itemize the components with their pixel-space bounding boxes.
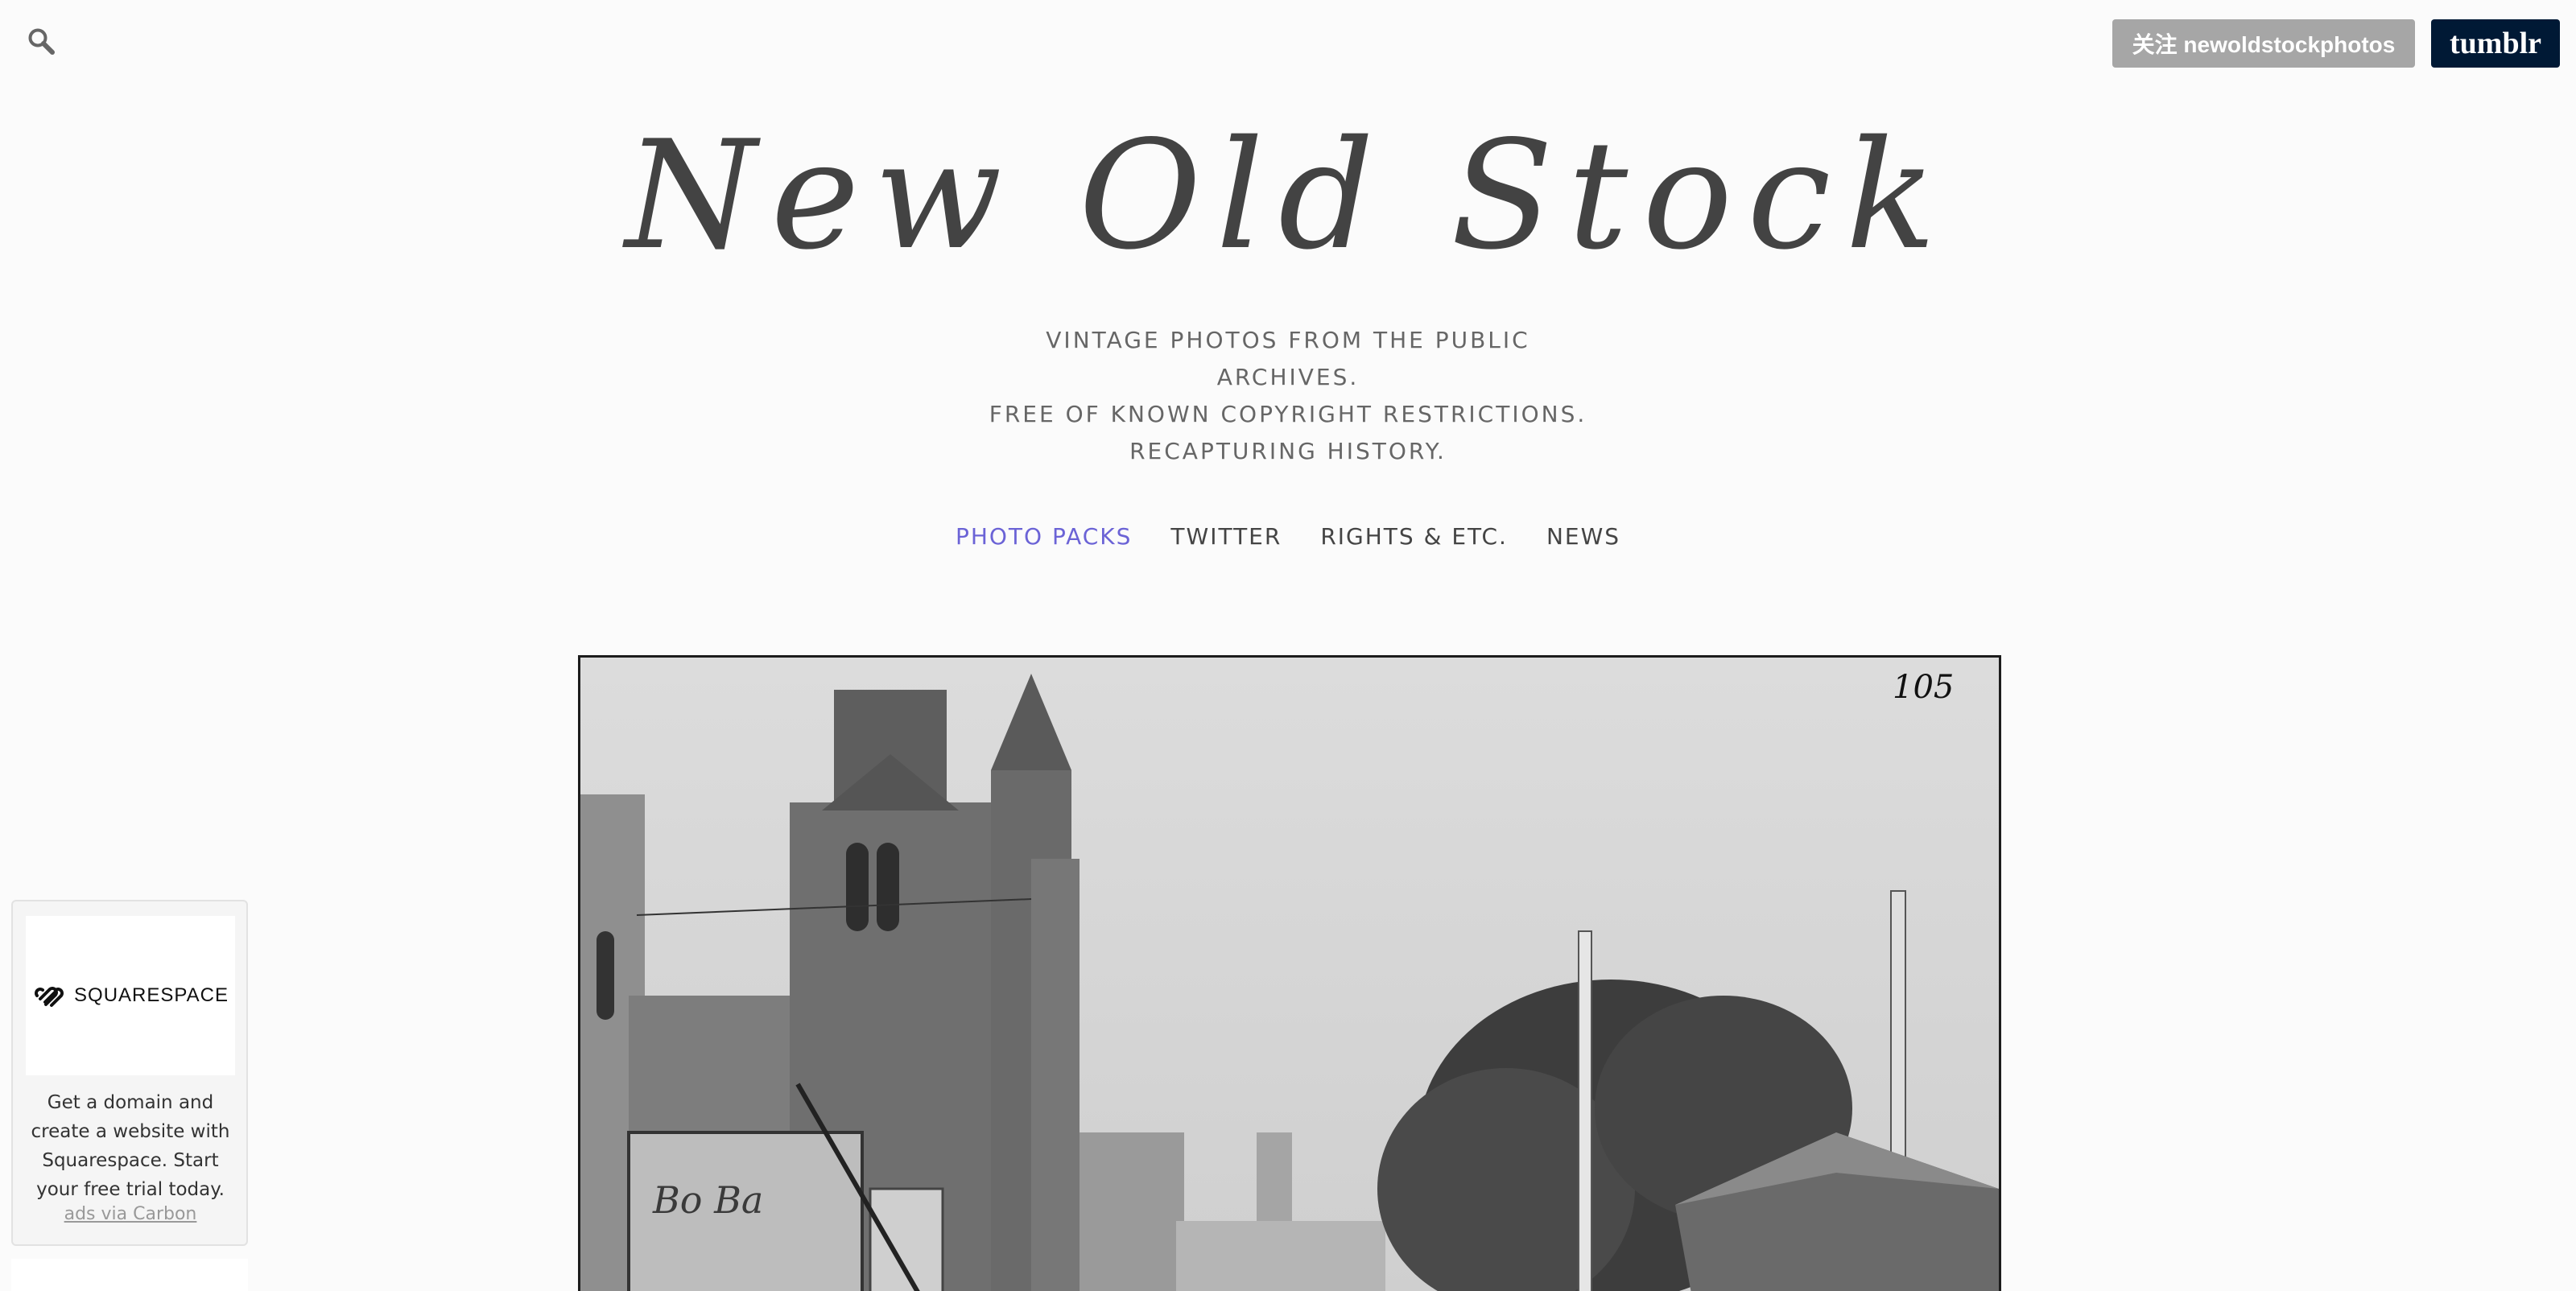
nav-item-news[interactable]: NEWS bbox=[1546, 523, 1620, 550]
tagline-line: RECAPTURING HISTORY. bbox=[1129, 438, 1447, 464]
tagline-line: FREE OF KNOWN COPYRIGHT RESTRICTIONS. bbox=[989, 401, 1587, 427]
tumblr-logo-button[interactable]: tumblr bbox=[2431, 19, 2560, 68]
carbon-ad[interactable]: SQUARESPACE Get a domain and create a we… bbox=[11, 900, 248, 1246]
search-icon bbox=[28, 28, 55, 55]
ad-brand: SQUARESPACE bbox=[74, 984, 229, 1006]
ads-via-carbon-link[interactable]: ads via Carbon bbox=[26, 1204, 235, 1224]
svg-text:Bo Ba: Bo Ba bbox=[652, 1178, 763, 1222]
nav-item-twitter[interactable]: TWITTER bbox=[1170, 523, 1282, 550]
tagline-line: ARCHIVES. bbox=[1216, 364, 1360, 390]
vintage-street-photo: Bo Ba 105 bbox=[580, 658, 1999, 1291]
site-title[interactable]: New Old Stock bbox=[0, 121, 2576, 270]
ad-logo[interactable]: SQUARESPACE bbox=[26, 916, 235, 1075]
follow-button[interactable]: 关注 newoldstockphotos bbox=[2112, 19, 2415, 68]
squarespace-logo-icon bbox=[35, 987, 64, 1007]
post-photo[interactable]: Bo Ba 105 bbox=[578, 655, 2001, 1291]
search-button[interactable] bbox=[14, 14, 68, 68]
plate-number: 105 bbox=[1893, 669, 1954, 706]
page: 关注 newoldstockphotos tumblr New Old Stoc… bbox=[0, 0, 2576, 1291]
main-nav: PHOTO PACKS TWITTER RIGHTS & ETC. NEWS bbox=[0, 523, 2576, 550]
nav-item-rights[interactable]: RIGHTS & ETC. bbox=[1320, 523, 1508, 550]
ad-text[interactable]: Get a domain and create a website with S… bbox=[26, 1088, 235, 1204]
nav-item-photo-packs[interactable]: PHOTO PACKS bbox=[956, 523, 1132, 550]
tagline-line: VINTAGE PHOTOS FROM THE PUBLIC bbox=[1046, 327, 1530, 353]
site-tagline: VINTAGE PHOTOS FROM THE PUBLIC ARCHIVES.… bbox=[0, 322, 2576, 470]
ad-strip bbox=[11, 1259, 248, 1291]
